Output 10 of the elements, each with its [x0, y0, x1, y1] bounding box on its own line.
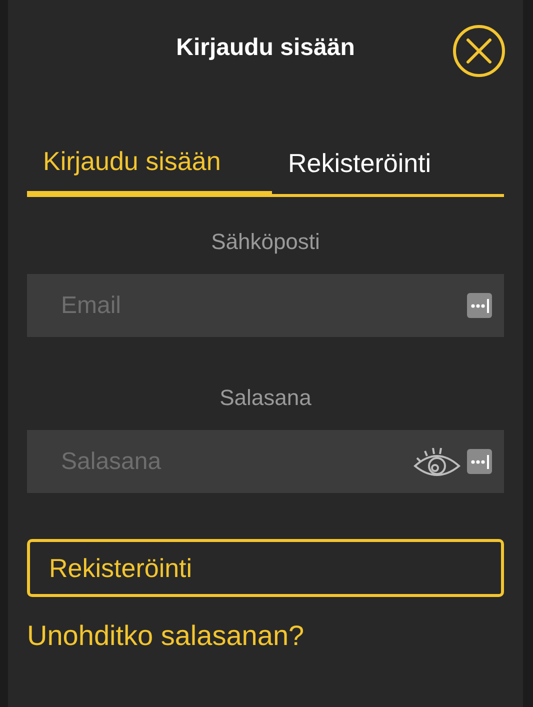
- field-label: Sähköposti: [211, 228, 320, 256]
- register-button[interactable]: Rekisteröinti: [27, 539, 504, 597]
- close-button[interactable]: [452, 24, 506, 78]
- tab[interactable]: Rekisteröinti: [272, 142, 448, 197]
- password-manager-icon[interactable]: [467, 293, 492, 318]
- tab[interactable]: Kirjaudu sisään: [27, 142, 272, 197]
- field-label: Salasana: [220, 384, 312, 412]
- password-manager-icon[interactable]: [467, 449, 492, 474]
- dialog-title: Kirjaudu sisään: [176, 33, 355, 63]
- forgot-password-link[interactable]: Unohditko salasanan?: [27, 615, 304, 657]
